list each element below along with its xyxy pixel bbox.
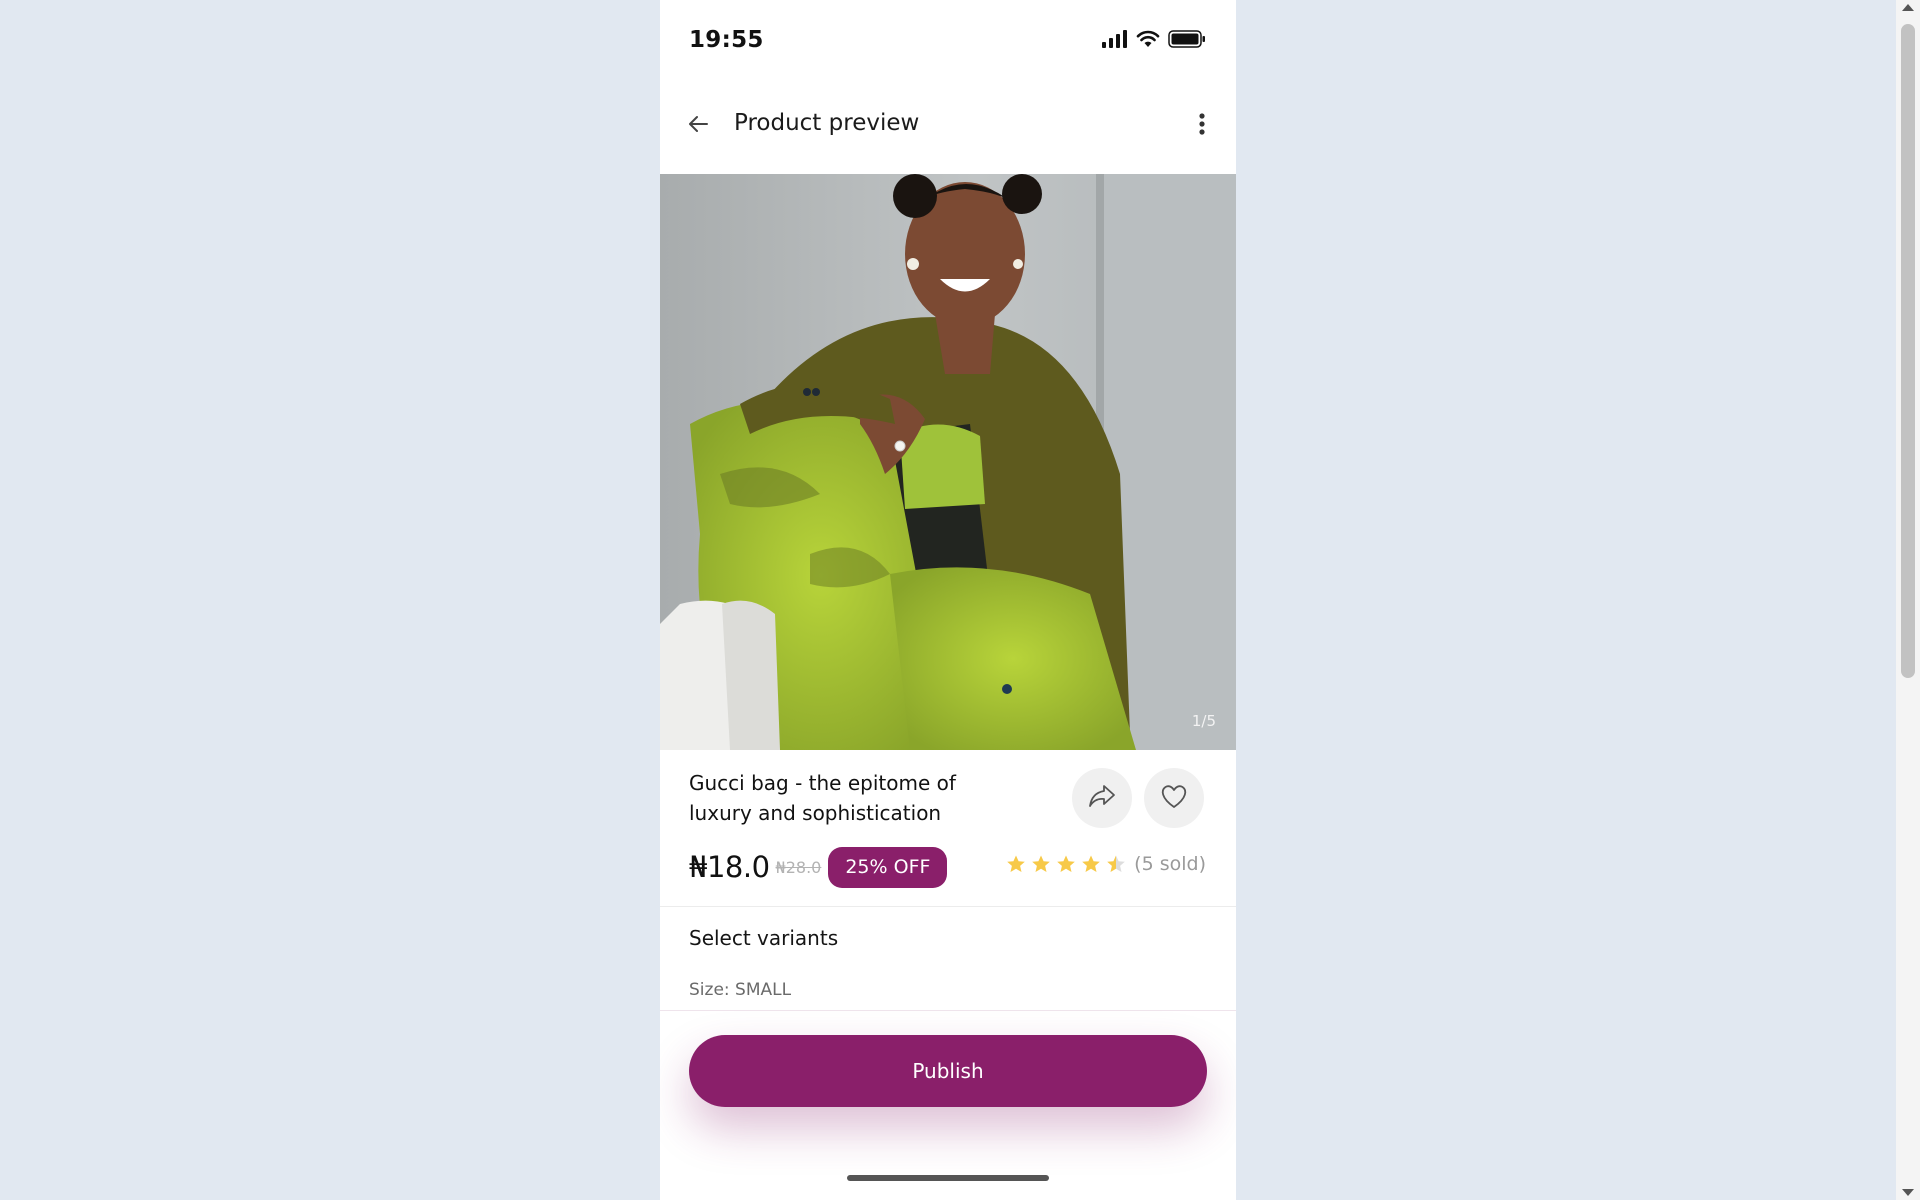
rating: (5 sold) [1006,853,1206,875]
more-options-button[interactable] [1186,110,1218,142]
battery-icon [1168,30,1206,52]
star-icon [1007,855,1025,872]
phone-screen: 19:55 Product preview 1/5 Gucci bag - th… [660,0,1236,1200]
publish-button[interactable]: Publish [689,1035,1207,1107]
variants-title: Select variants [689,926,839,950]
star-icon [1057,855,1075,872]
scroll-down-arrow-icon[interactable] [1902,1189,1914,1196]
star-icon [1082,855,1100,872]
rating-stars [1006,854,1126,874]
product-image[interactable]: 1/5 [660,174,1236,750]
home-indicator [847,1175,1049,1181]
original-price: ₦28.0 [775,857,822,877]
app-bar: Product preview [660,96,1236,156]
footer-divider [660,1010,1236,1011]
back-button[interactable] [682,110,714,142]
status-icons [1102,30,1206,52]
share-button[interactable] [1072,768,1132,828]
arrow-left-icon [686,112,710,140]
status-time: 19:55 [689,27,764,53]
sold-count: (5 sold) [1134,853,1206,875]
price-row: ₦18.0 ₦28.0 25% OFF [689,846,948,888]
product-photo [660,174,1236,750]
scroll-up-arrow-icon[interactable] [1902,4,1914,11]
share-arrow-icon [1086,780,1118,816]
current-price: ₦18.0 [689,850,770,884]
favorite-button[interactable] [1144,768,1204,828]
wifi-icon [1136,30,1160,52]
more-vertical-icon [1198,112,1206,140]
size-variant[interactable]: Size: SMALL [689,980,791,1000]
cellular-signal-icon [1102,30,1128,52]
heart-icon [1158,780,1190,816]
discount-badge: 25% OFF [828,846,948,888]
scroll-thumb[interactable] [1901,24,1915,678]
star-icon [1107,855,1125,872]
status-bar: 19:55 [660,0,1236,80]
page-title: Product preview [734,110,920,136]
divider [660,906,1236,907]
star-icon [1032,855,1050,872]
scrollbar[interactable] [1896,0,1920,1200]
product-title: Gucci bag - the epitome of luxury and so… [689,771,956,825]
image-counter: 1/5 [1191,712,1216,730]
